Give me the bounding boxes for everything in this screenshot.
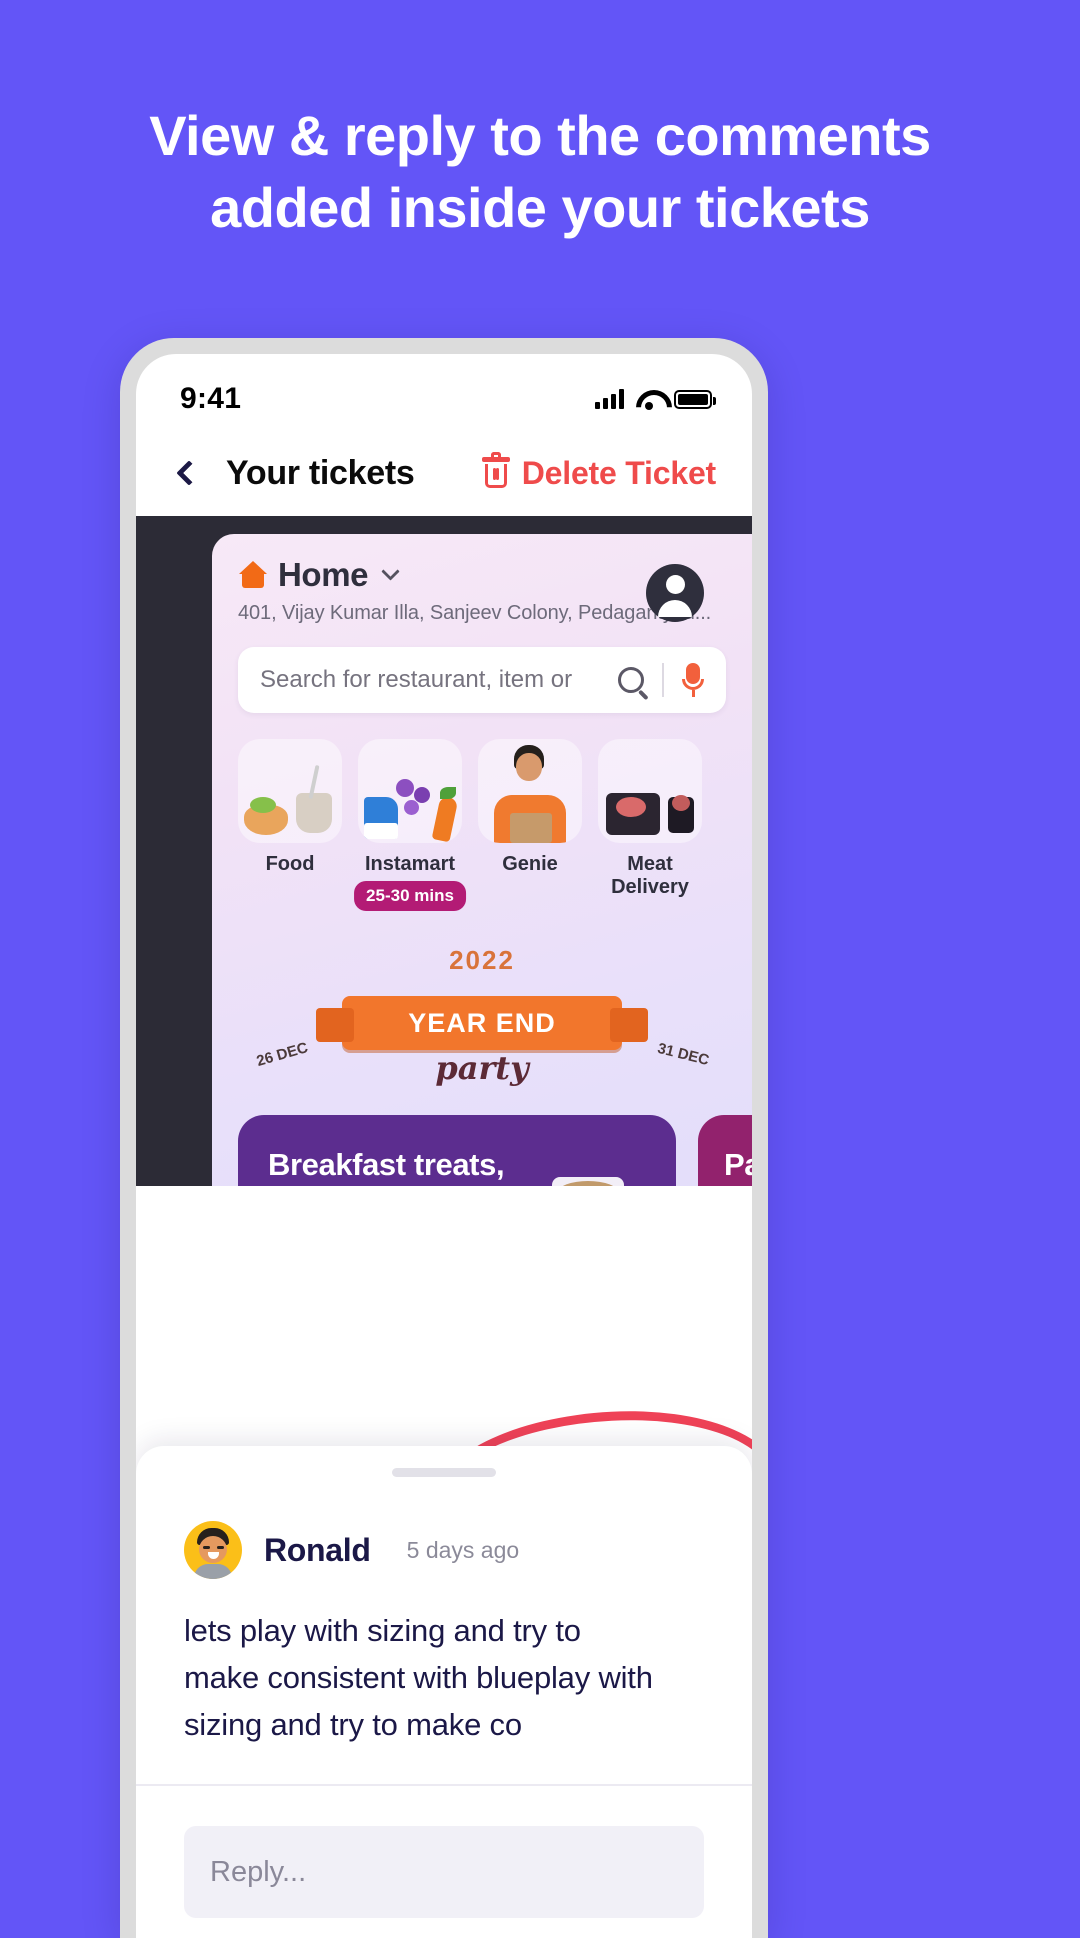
banner-date-from: 26 DEC (254, 1039, 310, 1070)
microphone-icon[interactable] (682, 663, 704, 697)
banner-year: 2022 (449, 945, 515, 975)
category-food[interactable]: Food (238, 739, 342, 899)
category-tile (238, 739, 342, 843)
trash-icon (481, 452, 510, 489)
category-label: Meat Delivery (611, 853, 689, 898)
search-input[interactable]: Search for restaurant, item or (238, 647, 726, 713)
user-avatar-icon (184, 1521, 242, 1579)
headline-line-2: added inside your tickets (210, 175, 870, 239)
status-icon-group (595, 389, 716, 410)
comment-timestamp: 5 days ago (406, 1536, 520, 1563)
status-bar: 9:41 (136, 354, 752, 430)
status-time: 9:41 (180, 382, 242, 415)
headline-line-1: View & reply to the comments (149, 104, 931, 167)
category-label: Genie (502, 853, 558, 875)
comment-author: Ronald (264, 1531, 371, 1568)
comment-header: Ronald 5 days ago (184, 1521, 704, 1579)
signal-icon (595, 389, 624, 409)
search-icon[interactable] (618, 667, 644, 693)
promo-carousel: Breakfast treats, great offers & more UP… (238, 1115, 752, 1186)
promo-title-line-2: nee (724, 1185, 752, 1186)
promo-card-breakfast[interactable]: Breakfast treats, great offers & more UP… (238, 1115, 676, 1186)
navigation-bar: Your tickets Delete Ticket (136, 430, 752, 516)
promo-card-party[interactable]: Part nee FLAT ₹100 (698, 1115, 752, 1186)
banner-script-text: party (435, 1049, 529, 1087)
home-icon (238, 561, 268, 589)
sheet-divider (136, 1784, 752, 1787)
promo-title-line-1: Part (724, 1147, 752, 1182)
page-title: Your tickets (226, 453, 415, 492)
category-badge: 25-30 mins (354, 881, 466, 911)
category-genie[interactable]: Genie (478, 739, 582, 899)
comment-item: Ronald 5 days ago lets play with sizing … (136, 1477, 752, 1748)
divider (662, 663, 664, 697)
banner-ribbon: YEAR END (316, 996, 648, 1050)
back-button[interactable] (166, 450, 212, 496)
phone-screen: 9:41 Your tickets Delete Ticket Home 401… (136, 354, 752, 1938)
reply-placeholder: Reply... (210, 1855, 307, 1888)
category-row: Food 25-30 mins Instamart Genie Meat Del… (238, 739, 726, 911)
ticket-attachment-preview[interactable]: Home 401, Vijay Kumar Illa, Sanjeev Colo… (136, 516, 752, 1186)
category-tile (358, 739, 462, 843)
delete-ticket-label: Delete Ticket (521, 454, 716, 491)
year-end-party-banner[interactable]: 2022 YEAR END party 26 DEC 31 DEC (238, 945, 726, 1087)
banner-date-to: 31 DEC (656, 1039, 712, 1070)
page-headline: View & reply to the comments added insid… (0, 100, 1080, 243)
wifi-icon (636, 389, 662, 410)
account-avatar-icon[interactable] (646, 564, 704, 622)
category-instamart[interactable]: 25-30 mins Instamart (354, 739, 466, 911)
battery-icon (674, 389, 716, 409)
promo-food-illustration (458, 1169, 668, 1186)
search-placeholder: Search for restaurant, item or (260, 666, 573, 693)
chevron-left-icon (176, 460, 202, 486)
delete-ticket-button[interactable]: Delete Ticket (481, 452, 716, 492)
category-label: Food (265, 853, 315, 875)
location-label: Home (278, 556, 369, 593)
comments-bottom-sheet: Ronald 5 days ago lets play with sizing … (136, 1446, 752, 1938)
category-meat-delivery[interactable]: Meat Delivery (598, 739, 702, 899)
chevron-down-icon (381, 561, 400, 581)
category-tile (478, 739, 582, 843)
banner-title: YEAR END (408, 1007, 556, 1038)
attached-app-screenshot: Home 401, Vijay Kumar Illa, Sanjeev Colo… (212, 534, 752, 1186)
category-tile (598, 739, 702, 843)
reply-input[interactable]: Reply... (184, 1826, 704, 1919)
category-label: Instamart (364, 853, 456, 875)
comment-body: lets play with sizing and try to make co… (184, 1613, 653, 1743)
phone-mockup: 9:41 Your tickets Delete Ticket Home 401… (120, 338, 768, 1938)
drag-handle-icon[interactable] (392, 1468, 496, 1477)
